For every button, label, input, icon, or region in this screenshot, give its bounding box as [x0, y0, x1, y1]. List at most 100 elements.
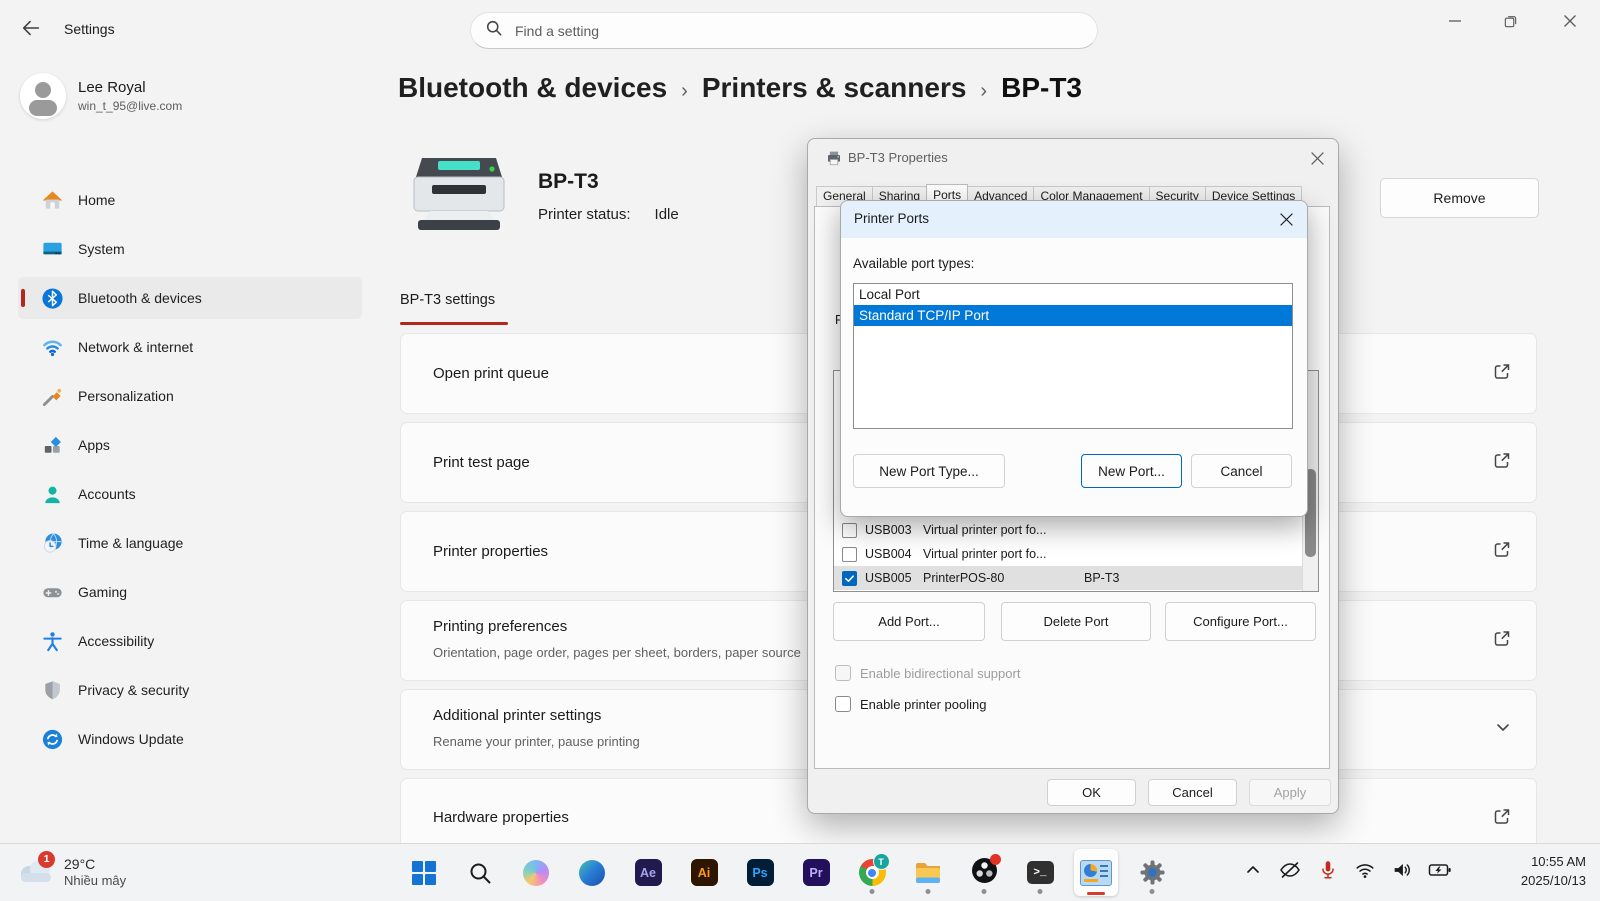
port-description: Virtual printer port fo...: [923, 547, 1078, 561]
row-title: Printer properties: [433, 543, 548, 560]
row-title: Printing preferences: [433, 618, 567, 635]
hidden-icons-chevron[interactable]: [1243, 860, 1263, 885]
new-port-button[interactable]: New Port...: [1081, 454, 1182, 488]
search-icon: [485, 19, 503, 42]
close-icon: [1563, 14, 1577, 28]
premiere-icon: Pr: [803, 859, 830, 886]
running-indicator: [982, 889, 987, 894]
minimize-button[interactable]: [1432, 0, 1478, 42]
restore-button[interactable]: [1487, 0, 1533, 42]
weather-temp: 29°C: [64, 856, 126, 872]
dialog-title: BP-T3 Properties: [848, 150, 948, 165]
volume-icon[interactable]: [1391, 859, 1413, 886]
dialog-close-button[interactable]: [1275, 208, 1297, 230]
row-title: Hardware properties: [433, 809, 569, 826]
port-checkbox-checked[interactable]: [842, 571, 857, 586]
running-indicator: [870, 889, 875, 894]
photoshop-icon: Ps: [747, 859, 774, 886]
file-explorer-button[interactable]: [906, 849, 950, 896]
after-effects-button[interactable]: Ae: [626, 849, 670, 896]
search-input[interactable]: [513, 22, 1083, 40]
port-type-standard-tcpip[interactable]: Standard TCP/IP Port: [854, 305, 1292, 326]
user-email: win_t_95@live.com: [78, 99, 182, 113]
row-title: Print test page: [433, 454, 530, 471]
close-icon: [1279, 212, 1294, 227]
windows-update-icon: [40, 727, 64, 751]
checkbox-icon[interactable]: [835, 696, 851, 712]
microphone-icon[interactable]: [1317, 859, 1339, 886]
edge-icon: [579, 860, 605, 886]
close-button[interactable]: [1547, 0, 1593, 42]
sidebar-item-accessibility[interactable]: Accessibility: [18, 620, 362, 662]
weather-widget[interactable]: 1 29°C Nhiều mây: [8, 849, 134, 895]
port-name: USB005: [865, 571, 917, 585]
clock[interactable]: 10:55 AM 2025/10/13: [1521, 853, 1586, 891]
back-button[interactable]: [16, 16, 46, 44]
port-types-list[interactable]: Local Port Standard TCP/IP Port: [853, 283, 1293, 429]
open-external-icon: [1492, 628, 1512, 653]
illustrator-button[interactable]: Ai: [682, 849, 726, 896]
add-port-button[interactable]: Add Port...: [833, 602, 985, 641]
photoshop-button[interactable]: Ps: [738, 849, 782, 896]
port-row-usb003[interactable]: USB003 Virtual printer port fo...: [834, 518, 1304, 542]
home-icon: [40, 188, 64, 212]
sidebar-item-network-internet[interactable]: Network & internet: [18, 326, 362, 368]
check-icon: [844, 573, 855, 584]
edge-button[interactable]: [570, 849, 614, 896]
remove-button[interactable]: Remove: [1380, 178, 1539, 218]
eye-off-icon[interactable]: [1278, 858, 1302, 887]
sidebar-item-time-language[interactable]: Time & language: [18, 522, 362, 564]
user-account[interactable]: Lee Royal win_t_95@live.com: [20, 73, 182, 119]
delete-port-button[interactable]: Delete Port: [1001, 602, 1151, 641]
port-row-usb005[interactable]: USB005 PrinterPOS-80 BP-T3: [834, 566, 1304, 590]
ok-button[interactable]: OK: [1047, 779, 1136, 806]
privacy-icon: [40, 678, 64, 702]
cancel-button[interactable]: Cancel: [1148, 779, 1237, 806]
battery-icon[interactable]: [1428, 859, 1452, 886]
properties-window-icon: [1080, 860, 1112, 886]
port-row-usb004[interactable]: USB004 Virtual printer port fo...: [834, 542, 1304, 566]
terminal-button[interactable]: >_: [1018, 849, 1062, 896]
port-checkbox[interactable]: [842, 523, 857, 538]
sidebar-item-bluetooth-devices[interactable]: Bluetooth & devices: [18, 277, 362, 319]
tab-bp-t3-settings[interactable]: BP-T3 settings: [400, 292, 495, 308]
configure-port-button[interactable]: Configure Port...: [1165, 602, 1316, 641]
breadcrumb-bluetooth-devices[interactable]: Bluetooth & devices: [398, 72, 667, 104]
sidebar-item-gaming[interactable]: Gaming: [18, 571, 362, 613]
settings-gear-button[interactable]: [1130, 849, 1174, 896]
copilot-icon: [523, 860, 549, 886]
printer-status-label: Printer status:: [538, 206, 631, 223]
open-external-icon: [1492, 450, 1512, 475]
sidebar-item-privacy-security[interactable]: Privacy & security: [18, 669, 362, 711]
running-indicator: [926, 889, 931, 894]
sidebar-item-windows-update[interactable]: Windows Update: [18, 718, 362, 760]
taskbar-search-button[interactable]: [458, 849, 502, 896]
breadcrumb-printers-scanners[interactable]: Printers & scanners: [702, 72, 967, 104]
port-checkbox[interactable]: [842, 547, 857, 562]
gear-icon: [1139, 859, 1166, 886]
premiere-button[interactable]: Pr: [794, 849, 838, 896]
copilot-button[interactable]: [514, 849, 558, 896]
sidebar-item-apps[interactable]: Apps: [18, 424, 362, 466]
sidebar-item-accounts[interactable]: Accounts: [18, 473, 362, 515]
cancel-button[interactable]: Cancel: [1191, 454, 1292, 488]
obs-icon: [971, 857, 998, 889]
wifi-icon[interactable]: [1354, 859, 1376, 886]
dialog-close-button[interactable]: [1306, 147, 1328, 169]
new-port-type-button[interactable]: New Port Type...: [853, 454, 1005, 488]
selected-indicator: [21, 289, 25, 307]
search-box[interactable]: [470, 12, 1098, 49]
sidebar-item-system[interactable]: System: [18, 228, 362, 270]
sidebar-item-home[interactable]: Home: [18, 179, 362, 221]
port-type-local[interactable]: Local Port: [854, 284, 1292, 305]
search-icon: [468, 861, 492, 885]
chrome-profile-badge: T: [873, 853, 890, 870]
printer-properties-window-button[interactable]: [1074, 849, 1118, 896]
chrome-button[interactable]: T: [850, 849, 894, 896]
start-button[interactable]: [402, 849, 446, 896]
sidebar-item-label: Gaming: [78, 584, 127, 600]
obs-button[interactable]: [962, 849, 1006, 896]
sidebar-item-personalization[interactable]: Personalization: [18, 375, 362, 417]
enable-printer-pooling-checkbox[interactable]: Enable printer pooling: [835, 696, 986, 712]
weather-condition: Nhiều mây: [64, 873, 126, 888]
